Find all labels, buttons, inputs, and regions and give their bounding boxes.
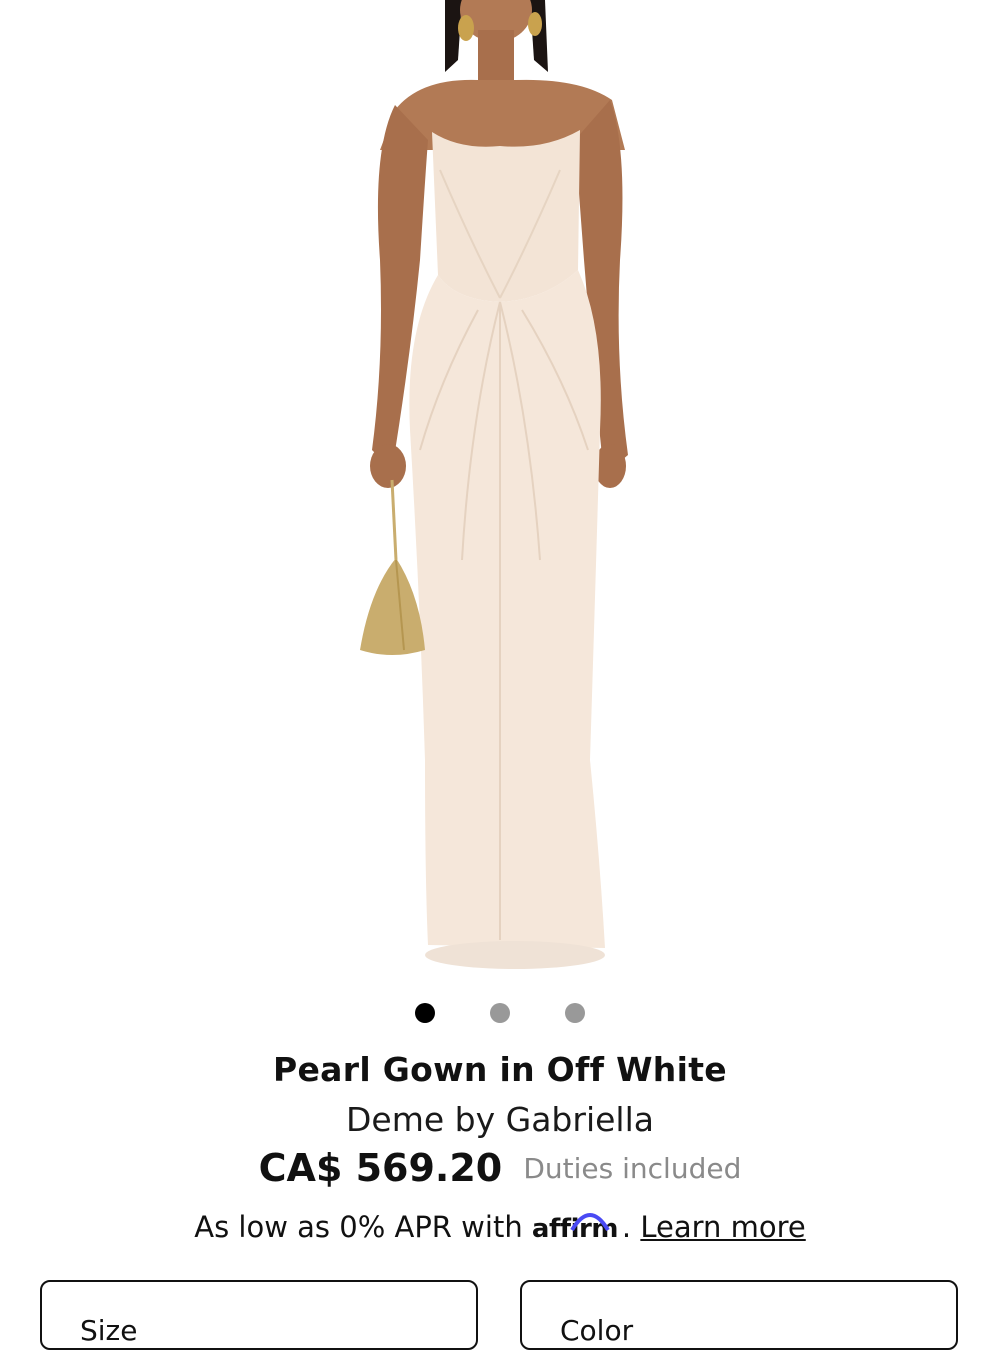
- financing-text: As low as 0% APR with: [194, 1210, 523, 1244]
- size-selector-label: Size: [80, 1314, 138, 1347]
- carousel-dot-2[interactable]: [490, 1003, 510, 1023]
- price-row: CA$ 569.20 Duties included: [0, 1146, 1000, 1190]
- size-selector[interactable]: Size: [40, 1280, 478, 1350]
- product-image[interactable]: [0, 0, 1000, 980]
- product-title: Pearl Gown in Off White: [273, 1050, 727, 1089]
- carousel-dot-3[interactable]: [565, 1003, 585, 1023]
- affirm-logo: affirm: [532, 1213, 622, 1244]
- financing-promo: As low as 0% APR with affirm . Learn mor…: [0, 1210, 1000, 1244]
- learn-more-link[interactable]: Learn more: [640, 1210, 805, 1244]
- product-page: Pearl Gown in Off White Deme by Gabriell…: [0, 0, 1000, 1350]
- product-brand-link[interactable]: Deme by Gabriella: [0, 1100, 1000, 1139]
- color-selector-label: Color: [560, 1314, 634, 1347]
- product-price: CA$ 569.20: [258, 1146, 503, 1190]
- color-selector[interactable]: Color: [520, 1280, 958, 1350]
- affirm-arc-icon: [570, 1213, 610, 1232]
- carousel-dot-1[interactable]: [415, 1003, 435, 1023]
- duties-note: Duties included: [523, 1151, 742, 1185]
- image-carousel-dots: [0, 1003, 1000, 1023]
